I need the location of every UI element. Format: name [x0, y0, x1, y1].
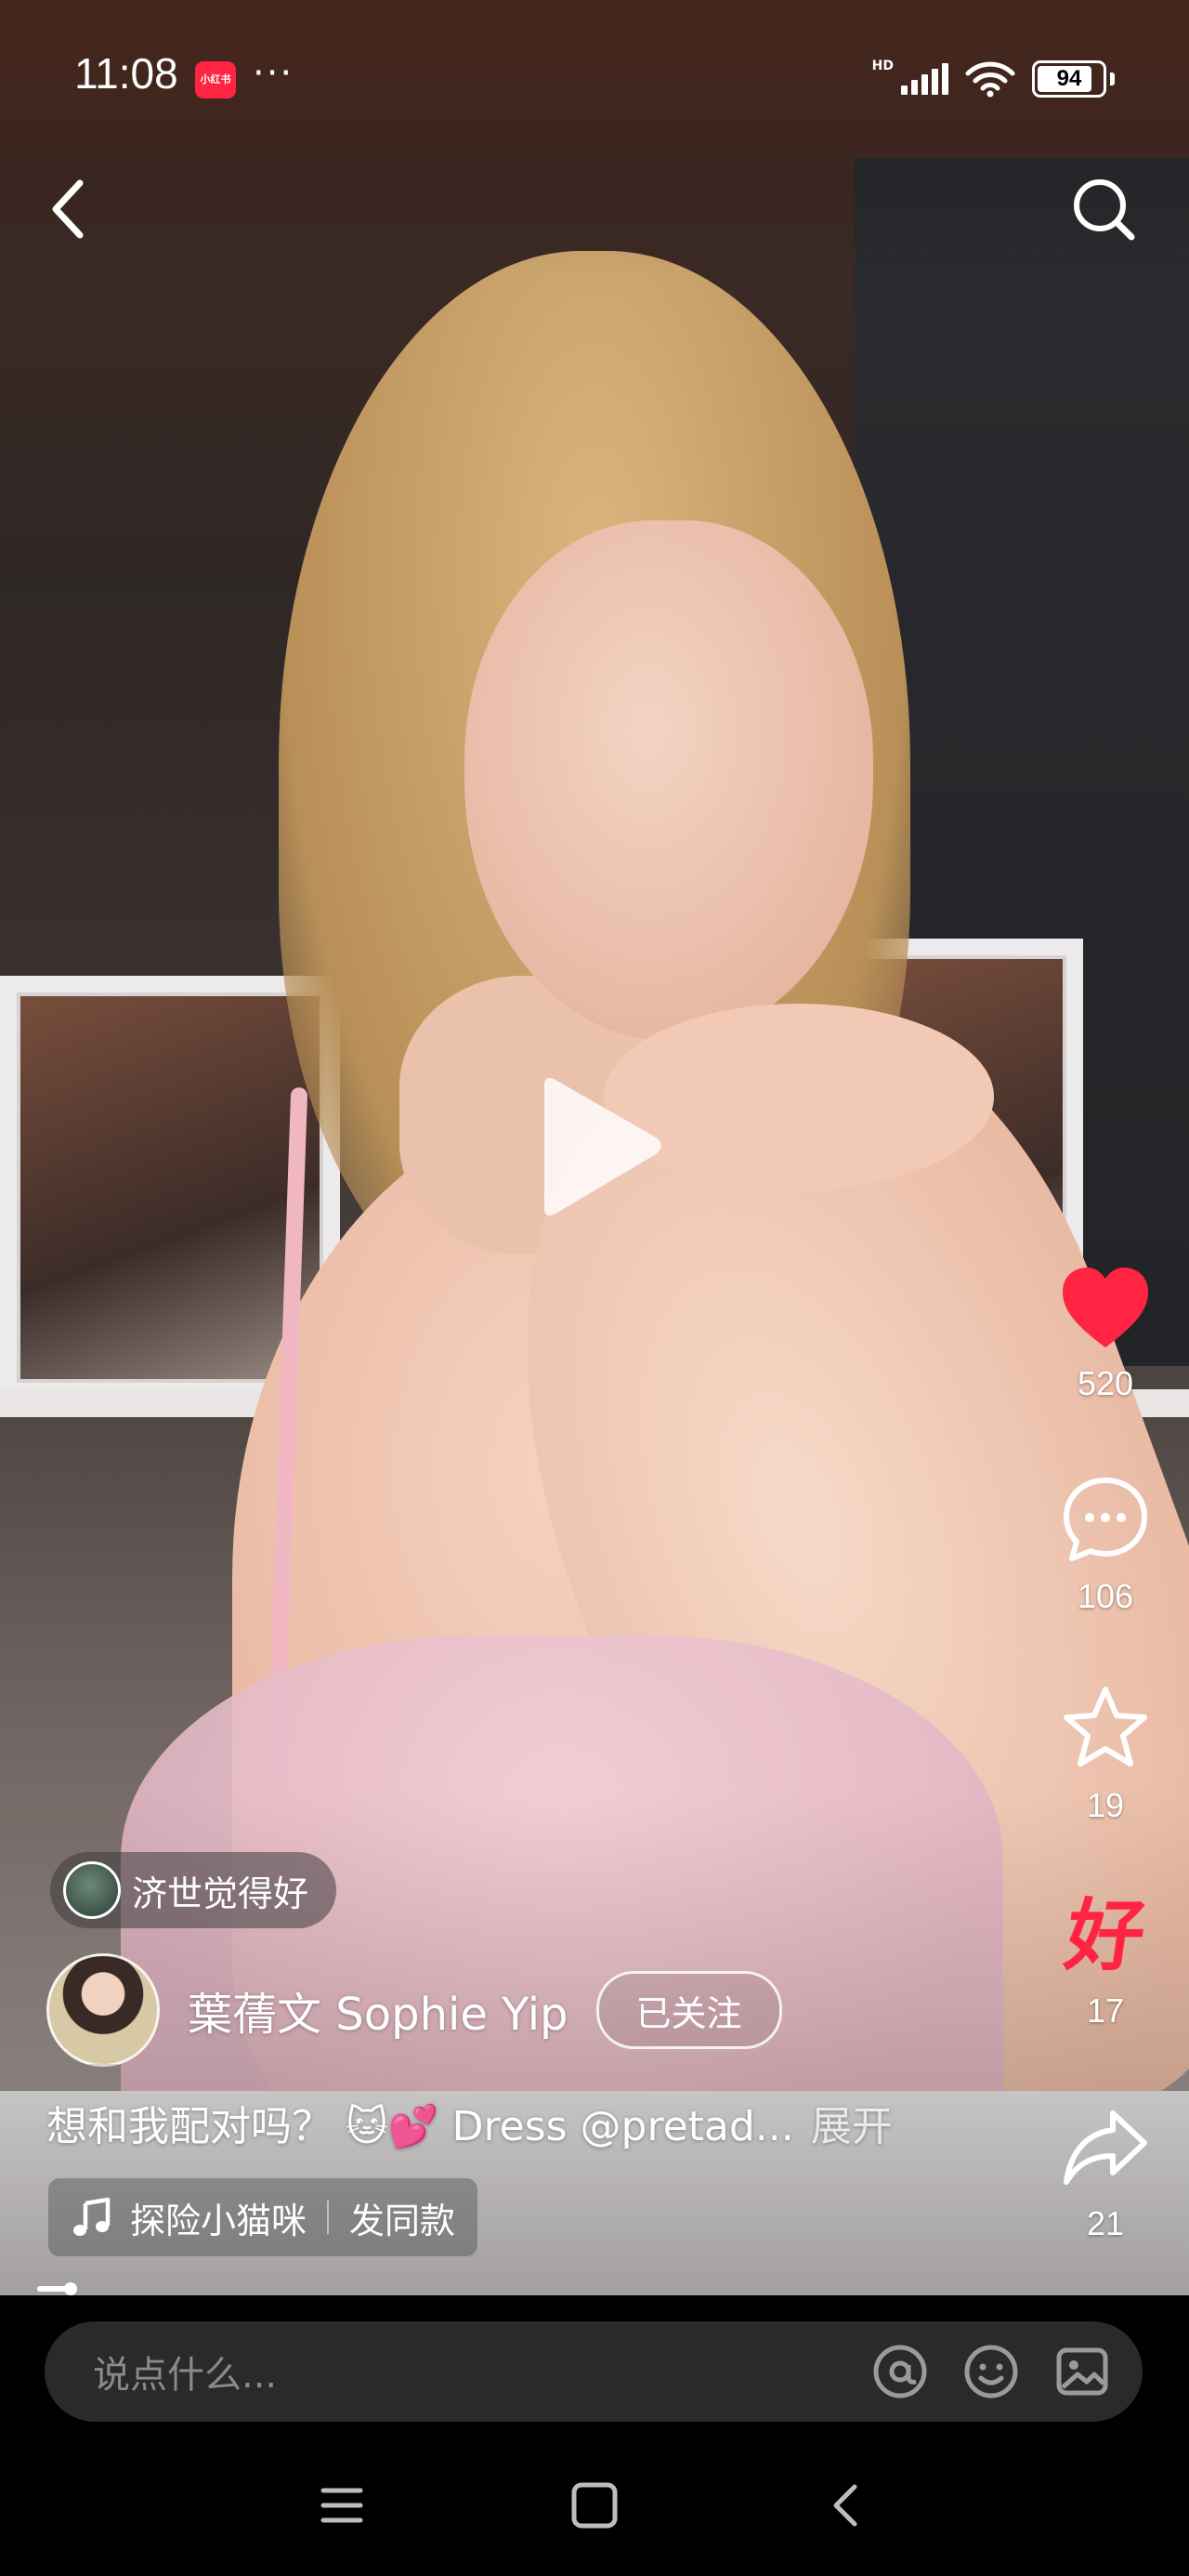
search-icon: [1074, 179, 1135, 241]
caption-expand-link[interactable]: 展开: [811, 2103, 893, 2150]
home-square-icon[interactable]: [567, 2477, 622, 2533]
comment-placeholder: 说点什么...: [93, 2354, 278, 2397]
music-note-icon: [73, 2197, 111, 2236]
battery-percent: 94: [1056, 66, 1082, 91]
favorite-button[interactable]: 19: [1050, 1682, 1161, 1825]
status-time: 11:08: [74, 49, 178, 98]
share-arrow-icon: [1064, 2110, 1147, 2185]
smile-icon[interactable]: [960, 2341, 1022, 2402]
search-button[interactable]: [1066, 172, 1141, 246]
follow-button-label: 已关注: [635, 1992, 742, 2034]
battery-cap: [1110, 72, 1115, 85]
share-button[interactable]: 21: [1050, 2100, 1161, 2243]
music-title: 探险小猫咪: [130, 2200, 307, 2241]
battery-icon: 94: [1032, 60, 1106, 98]
use-same-music-button[interactable]: 发同款: [349, 2192, 455, 2243]
image-icon[interactable]: [1052, 2341, 1113, 2402]
like-button[interactable]: 520: [1050, 1264, 1161, 1403]
video-progress-knob[interactable]: [64, 2282, 77, 2295]
comment-button[interactable]: 106: [1050, 1473, 1161, 1616]
system-navigation-bar: [0, 2435, 1189, 2576]
more-notifications-indicator: ···: [253, 52, 294, 95]
comment-bar: 说点什么...: [0, 2295, 1189, 2435]
menu-icon[interactable]: [314, 2477, 370, 2533]
heart-icon: [1063, 1268, 1148, 1347]
good-button[interactable]: 好 17: [1050, 1890, 1161, 2031]
play-button[interactable]: [516, 1069, 674, 1227]
app-notification-badge: 小红书: [195, 61, 236, 99]
music-chip[interactable]: 探险小猫咪 发同款: [48, 2178, 478, 2256]
wifi-icon: [965, 61, 1015, 98]
star-icon: [1064, 1687, 1147, 1767]
status-bar: 11:08 小红书 ··· HD 94: [0, 0, 1189, 158]
good-icon: 好: [1060, 1890, 1151, 1981]
video-progress-bar[interactable]: [37, 2282, 1152, 2295]
network-type-label: HD: [871, 59, 894, 73]
play-icon: [544, 1078, 661, 1216]
like-count: 520: [1077, 1364, 1134, 1402]
caption[interactable]: 想和我配对吗？ 🐱💕 Dress @pretad... 展开: [46, 2093, 893, 2152]
comment-count: 106: [1077, 1577, 1134, 1615]
follow-button[interactable]: 已关注: [595, 1971, 782, 2049]
author-name[interactable]: 葉蒨文 Sophie Yip: [188, 1978, 568, 2043]
share-count: 21: [1086, 2204, 1125, 2242]
author-row: 葉蒨文 Sophie Yip 已关注: [46, 1953, 782, 2067]
topic-chip[interactable]: 济世觉得好: [50, 1852, 337, 1928]
back-button[interactable]: [45, 172, 100, 246]
signal-strength-icon: [901, 63, 948, 95]
comment-bubble-icon: [1064, 1478, 1147, 1561]
video-screen: 11:08 小红书 ··· HD 94 520 106 19 好 17 21 济…: [0, 0, 1189, 2576]
caption-text: 想和我配对吗？ 🐱💕 Dress @pretad...: [46, 2103, 794, 2150]
favorite-count: 19: [1086, 1786, 1125, 1824]
author-avatar[interactable]: [46, 1953, 160, 2067]
at-icon[interactable]: [869, 2341, 931, 2402]
topic-avatar: [63, 1861, 121, 1919]
chevron-left-icon: [52, 179, 84, 239]
topic-label: 济世觉得好: [132, 1873, 309, 1914]
system-back-icon[interactable]: [819, 2477, 875, 2533]
comment-input[interactable]: 说点什么...: [45, 2321, 1143, 2422]
good-count: 17: [1086, 1991, 1125, 2030]
status-icons: HD 94: [863, 56, 1115, 102]
music-divider: [327, 2201, 330, 2234]
